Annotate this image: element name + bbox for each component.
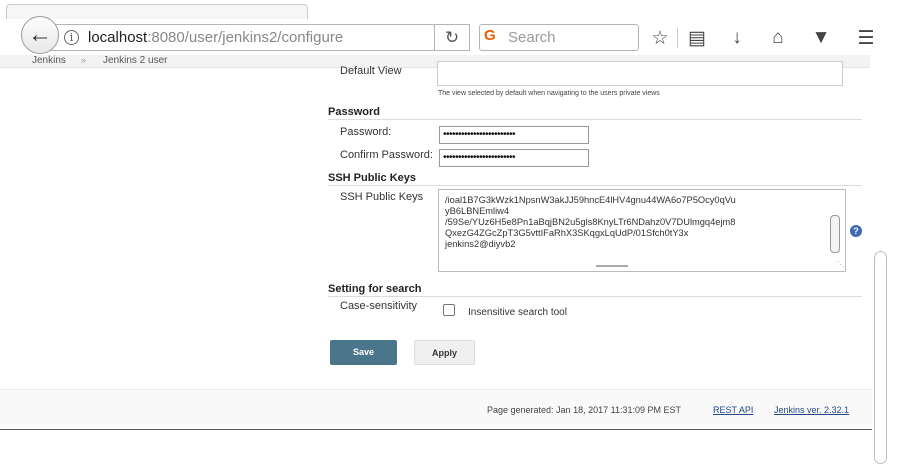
rest-api-link[interactable]: REST API <box>713 405 753 415</box>
search-section-title: Setting for search <box>328 283 422 295</box>
default-view-field[interactable] <box>437 61 843 86</box>
toolbar-divider <box>677 28 678 48</box>
reload-icon[interactable]: ↻ <box>434 24 470 51</box>
help-icon[interactable]: ? <box>850 225 862 237</box>
breadcrumb-jenkins[interactable]: Jenkins <box>32 55 66 66</box>
section-divider <box>328 296 862 297</box>
ssh-keys-label: SSH Public Keys <box>340 191 424 203</box>
insensitive-search-checkbox[interactable] <box>443 304 455 316</box>
case-sensitivity-label: Case-sensitivity <box>340 300 418 312</box>
section-divider <box>328 119 862 120</box>
search-placeholder: Search <box>508 29 556 46</box>
section-divider <box>328 185 862 186</box>
info-icon[interactable]: i <box>64 30 79 45</box>
password-section-title: Password <box>328 106 380 118</box>
resize-grip-icon[interactable]: ⋱ <box>837 260 845 269</box>
ssh-keys-textarea[interactable]: /ioal1B7G3kWzk1NpsnW3akJJ59hncE4lHV4gnu4… <box>438 189 846 272</box>
search-engine-icon[interactable]: G <box>484 27 496 44</box>
ssh-section-title: SSH Public Keys <box>328 172 417 184</box>
jenkins-page: Jenkins » Jenkins 2 user Default View Th… <box>0 55 911 464</box>
page-scrollbar[interactable] <box>874 251 887 464</box>
url-text[interactable]: localhost:8080/user/jenkins2/configure <box>88 29 343 46</box>
default-view-hint: The view selected by default when naviga… <box>438 90 660 97</box>
jenkins-version-link[interactable]: Jenkins ver. 2.32.1 <box>774 405 849 415</box>
reading-list-icon[interactable]: ▤ <box>684 25 710 51</box>
pocket-icon[interactable]: ▼ <box>808 25 834 51</box>
password-label: Password: <box>340 126 392 138</box>
menu-icon[interactable]: ☰ <box>853 25 879 51</box>
insensitive-search-label: Insensitive search tool <box>468 307 567 318</box>
browser-toolbar: ← i localhost:8080/user/jenkins2/configu… <box>0 0 911 55</box>
url-host: localhost <box>88 29 148 46</box>
back-arrow-icon[interactable]: ← <box>21 16 59 54</box>
apply-button[interactable]: Apply <box>414 340 475 365</box>
password-field[interactable]: •••••••••••••••••••••••• <box>439 126 589 144</box>
confirm-password-field[interactable]: •••••••••••••••••••••••• <box>439 149 589 167</box>
default-view-label: Default View <box>340 65 402 77</box>
url-path: :8080/user/jenkins2/configure <box>147 29 344 46</box>
breadcrumb-user[interactable]: Jenkins 2 user <box>103 55 167 66</box>
browser-tab[interactable] <box>6 4 308 19</box>
star-icon[interactable]: ☆ <box>647 25 673 51</box>
breadcrumb-separator: » <box>81 55 87 65</box>
window-bottom-edge <box>0 429 872 430</box>
page-generated-text: Page generated: Jan 18, 2017 11:31:09 PM… <box>487 405 681 415</box>
confirm-password-label: Confirm Password: <box>340 149 433 161</box>
home-icon[interactable]: ⌂ <box>765 25 791 51</box>
download-icon[interactable]: ↓ <box>724 25 750 51</box>
save-button[interactable]: Save <box>330 340 397 365</box>
search-input[interactable] <box>479 24 639 51</box>
textarea-horizontal-scrollbar[interactable] <box>596 265 628 267</box>
textarea-scrollbar[interactable] <box>830 215 840 253</box>
